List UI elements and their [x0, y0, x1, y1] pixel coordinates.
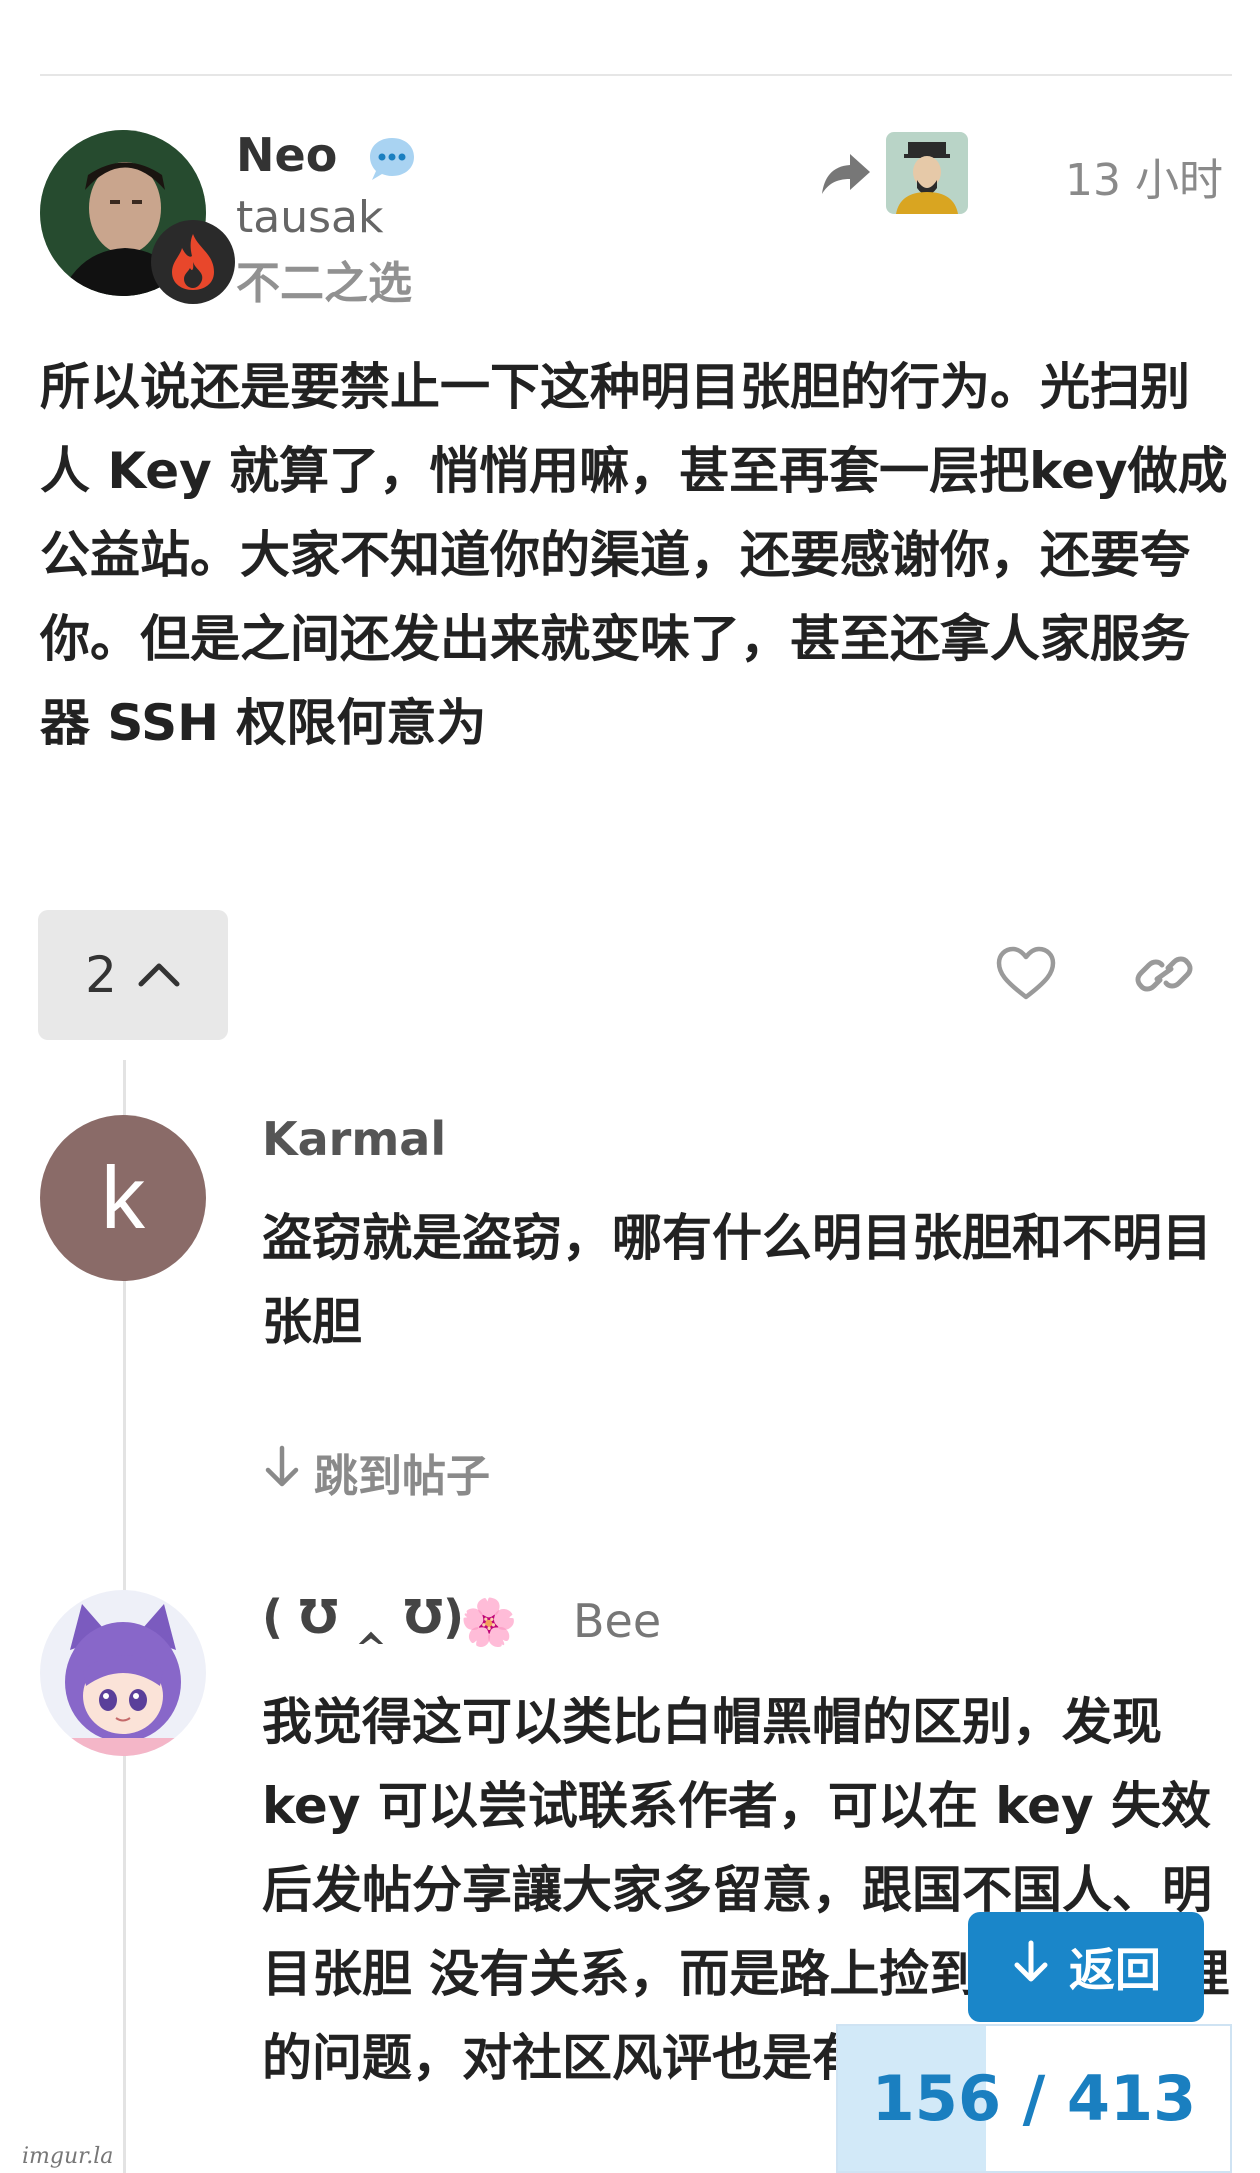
- post-timestamp[interactable]: 13 小时: [1065, 144, 1223, 208]
- arrow-down-icon: [1011, 1939, 1051, 1996]
- author-display-name[interactable]: Neo: [236, 128, 337, 182]
- reply-count: 2: [85, 946, 117, 1004]
- reply-author-username[interactable]: Bee: [573, 1594, 661, 1648]
- reply-author-name[interactable]: ( Ʊ ‸ Ʊ): [262, 1590, 464, 1644]
- flame-icon: [151, 220, 235, 304]
- jump-to-post-link[interactable]: 跳到帖子: [262, 1440, 490, 1504]
- arrow-down-icon: [262, 1444, 302, 1501]
- reply-avatar[interactable]: k: [40, 1115, 206, 1281]
- emperor-avatar[interactable]: [886, 132, 968, 214]
- topic-progress[interactable]: 156 / 413: [836, 2024, 1232, 2173]
- author-title: 不二之选: [236, 258, 412, 309]
- watermark: imgur.la: [22, 2144, 114, 2169]
- heart-icon[interactable]: [995, 945, 1057, 1003]
- author-username[interactable]: tausak: [236, 192, 383, 243]
- progress-text: 156 / 413: [871, 2062, 1197, 2135]
- back-button[interactable]: 返回: [968, 1912, 1204, 2022]
- chevron-up-icon: [137, 958, 181, 992]
- jump-to-post-label: 跳到帖子: [314, 1451, 490, 1502]
- flower-emoji: 🌸: [460, 1595, 518, 1649]
- post-body: 所以说还是要禁止一下这种明目张胆的行为。光扫别人 Key 就算了，悄悄用嘛，甚至…: [40, 358, 1228, 752]
- replies-toggle-button[interactable]: 2: [38, 910, 228, 1040]
- reply-arrow-icon[interactable]: [818, 148, 874, 200]
- reply-body: 盗窃就是盗窃，哪有什么明目张胆和不明目张胆: [262, 1209, 1212, 1351]
- reply-author-name[interactable]: Karmal: [262, 1112, 446, 1166]
- reply-avatar[interactable]: [40, 1590, 206, 1756]
- top-divider: [40, 74, 1232, 76]
- link-icon[interactable]: [1133, 945, 1195, 1003]
- chat-bubble-icon: [367, 134, 417, 184]
- back-button-label: 返回: [1069, 1943, 1161, 1997]
